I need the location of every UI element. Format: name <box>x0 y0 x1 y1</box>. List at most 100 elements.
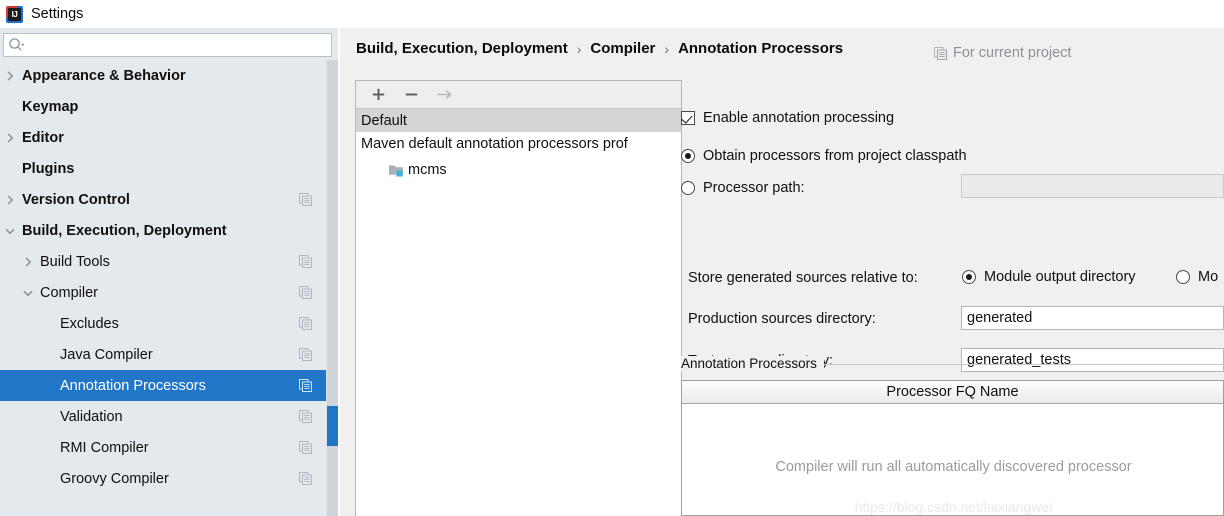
profile-row[interactable]: Default <box>356 109 681 132</box>
sidebar-item-build-tools[interactable]: Build Tools <box>0 246 326 277</box>
copy-icon <box>299 255 312 268</box>
sidebar-item-label: Appearance & Behavior <box>22 67 186 84</box>
processor-path-radio[interactable] <box>681 181 695 195</box>
profile-row[interactable]: Maven default annotation processors prof <box>356 132 681 155</box>
enable-annotation-processing-label: Enable annotation processing <box>703 110 895 126</box>
app-icon-text: IJ <box>11 9 18 19</box>
chevron-right-icon[interactable] <box>4 70 16 82</box>
sidebar-item-label: RMI Compiler <box>60 439 149 456</box>
sidebar-item-appearance-behavior[interactable]: Appearance & Behavior <box>0 60 326 91</box>
processors-table-empty-message: Compiler will run all automatically disc… <box>775 459 1132 475</box>
store-relative-module-output-option[interactable]: Module output directory <box>962 269 1136 285</box>
obtain-from-classpath-row[interactable]: Obtain processors from project classpath <box>681 148 967 164</box>
search-icon <box>8 37 25 53</box>
processors-table-header[interactable]: Processor FQ Name <box>682 381 1223 404</box>
processor-path-input[interactable] <box>961 174 1224 198</box>
chevron-down-icon[interactable] <box>22 287 34 299</box>
sidebar-item-label: Java Compiler <box>60 346 153 363</box>
module-output-directory-radio[interactable] <box>962 270 976 284</box>
window-title: Settings <box>31 6 84 22</box>
settings-content: Build, Execution, Deployment › Compiler … <box>340 28 1224 516</box>
for-current-project-indicator: For current project <box>934 45 1071 61</box>
sidebar-item-label: Compiler <box>40 284 99 301</box>
production-sources-input[interactable]: generated <box>961 306 1224 330</box>
remove-profile-button[interactable] <box>403 86 420 103</box>
copy-icon <box>299 410 312 423</box>
breadcrumb-item-2: Annotation Processors <box>678 40 844 57</box>
sidebar-item-label: Editor <box>22 129 64 146</box>
breadcrumb-item-0[interactable]: Build, Execution, Deployment <box>356 40 568 57</box>
module-content-root-label: Mo <box>1198 269 1219 285</box>
sidebar-item-label: Annotation Processors <box>60 377 206 394</box>
sidebar-item-label: Validation <box>60 408 123 425</box>
settings-sidebar: Appearance & Behavior Keymap Editor Plugins… <box>0 28 340 516</box>
profiles-toolbar <box>356 81 681 109</box>
chevron-right-icon: › <box>664 40 670 57</box>
sidebar-item-label: Excludes <box>60 315 119 332</box>
store-relative-module-content-option[interactable]: Mo <box>1176 269 1218 285</box>
processor-path-row[interactable]: Processor path: <box>681 180 805 196</box>
breadcrumb: Build, Execution, Deployment › Compiler … <box>356 40 843 57</box>
settings-dialog: IJ Settings Appearance & Behavior Keymap E… <box>0 0 1224 516</box>
sidebar-item-build-execution-deployment[interactable]: Build, Execution, Deployment <box>0 215 326 246</box>
move-to-profile-button <box>436 86 453 103</box>
copy-icon <box>299 441 312 454</box>
sidebar-item-compiler[interactable]: Compiler <box>0 277 326 308</box>
sidebar-item-plugins[interactable]: Plugins <box>0 153 326 184</box>
chevron-right-icon[interactable] <box>4 194 16 206</box>
intellij-idea-icon: IJ <box>6 5 23 23</box>
sidebar-item-validation[interactable]: Validation <box>0 401 326 432</box>
sidebar-item-rmi-compiler[interactable]: RMI Compiler <box>0 432 326 463</box>
copy-icon <box>299 348 312 361</box>
store-relative-label: Store generated sources relative to: <box>688 270 918 286</box>
add-profile-button[interactable] <box>370 86 387 103</box>
processors-group-title: Annotation Processors <box>681 356 824 371</box>
processor-path-label: Processor path: <box>703 180 805 196</box>
title-bar: IJ Settings <box>0 0 1224 28</box>
sidebar-item-annotation-processors[interactable]: Annotation Processors <box>0 370 326 401</box>
search-area <box>0 28 340 60</box>
sidebar-item-excludes[interactable]: Excludes <box>0 308 326 339</box>
chevron-right-icon[interactable] <box>4 132 16 144</box>
enable-annotation-processing-row[interactable]: Enable annotation processing <box>681 110 894 126</box>
production-sources-row: Production sources directory: <box>688 311 876 327</box>
profile-module-row[interactable]: mcms <box>356 155 681 184</box>
test-sources-input[interactable]: generated_tests <box>961 348 1224 372</box>
obtain-from-classpath-radio[interactable] <box>681 149 695 163</box>
watermark-text: https://blog.csdn.net/laixiangwei <box>854 499 1053 515</box>
production-sources-label: Production sources directory: <box>688 311 876 327</box>
store-relative-row: Store generated sources relative to: <box>688 270 918 286</box>
chevron-right-icon[interactable] <box>22 256 34 268</box>
profiles-list[interactable]: Default Maven default annotation processo… <box>356 109 681 184</box>
processors-table[interactable]: Processor FQ Name Compiler will run all … <box>681 380 1224 516</box>
sidebar-scrollbar-thumb[interactable] <box>327 406 338 446</box>
chevron-down-icon[interactable] <box>4 225 16 237</box>
enable-annotation-processing-checkbox[interactable] <box>681 111 695 125</box>
sidebar-item-version-control[interactable]: Version Control <box>0 184 326 215</box>
annotation-processor-options: Enable annotation processing Obtain proc… <box>681 74 1224 516</box>
search-box[interactable] <box>3 33 332 57</box>
module-folder-icon <box>388 163 405 177</box>
search-input[interactable] <box>27 35 317 55</box>
module-content-root-radio[interactable] <box>1176 270 1190 284</box>
copy-icon <box>299 379 312 392</box>
profile-module-label: mcms <box>408 161 447 178</box>
copy-icon <box>299 193 312 206</box>
settings-tree[interactable]: Appearance & Behavior Keymap Editor Plugins… <box>0 60 326 516</box>
copy-icon <box>299 317 312 330</box>
copy-icon <box>299 472 312 485</box>
profiles-panel: Default Maven default annotation processo… <box>355 80 682 516</box>
sidebar-item-groovy-compiler[interactable]: Groovy Compiler <box>0 463 326 494</box>
sidebar-item-label: Groovy Compiler <box>60 470 169 487</box>
sidebar-scrollbar-track[interactable] <box>326 60 338 516</box>
sidebar-item-java-compiler[interactable]: Java Compiler <box>0 339 326 370</box>
copy-icon <box>934 46 947 60</box>
sidebar-item-label: Plugins <box>22 160 75 177</box>
chevron-right-icon: › <box>576 40 582 57</box>
obtain-from-classpath-label: Obtain processors from project classpath <box>703 148 967 164</box>
sidebar-item-keymap[interactable]: Keymap <box>0 91 326 122</box>
breadcrumb-item-1[interactable]: Compiler <box>590 40 655 57</box>
sidebar-item-editor[interactable]: Editor <box>0 122 326 153</box>
module-output-directory-label: Module output directory <box>984 269 1136 285</box>
sidebar-item-label: Build Tools <box>40 253 110 270</box>
